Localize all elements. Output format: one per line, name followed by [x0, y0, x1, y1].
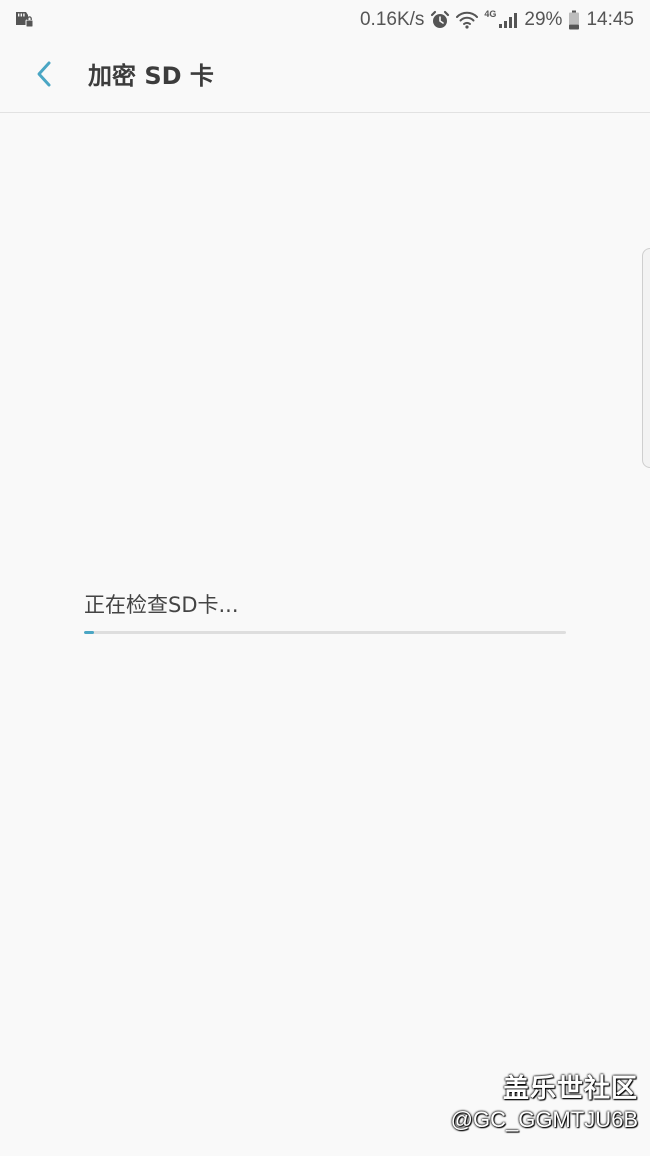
watermark: 盖乐世社区 @GC_GGMTJU6B [451, 1072, 638, 1134]
progress-bar [84, 631, 566, 634]
watermark-user: @GC_GGMTJU6B [450, 1107, 638, 1132]
screen: 0.16K/s 4G 29% 14:45 加密 SD 卡 正在检查SD卡... … [0, 0, 650, 1156]
progress-label: 正在检查SD卡... [84, 593, 239, 617]
status-icons: 0.16K/s 4G 29% 14:45 [360, 6, 634, 34]
battery-icon [568, 10, 580, 30]
sd-card-lock-icon [14, 9, 34, 29]
watermark-site: 盖乐世社区 [502, 1074, 638, 1104]
status-bar: 0.16K/s 4G 29% 14:45 [0, 0, 650, 40]
app-bar: 加密 SD 卡 [0, 40, 650, 113]
clock-time: 14:45 [586, 9, 634, 30]
battery-percent: 29% [524, 9, 563, 30]
back-button[interactable] [22, 54, 66, 98]
progress-bar-fill [84, 631, 94, 634]
back-arrow-icon [33, 59, 55, 93]
alarm-clock-icon [430, 10, 450, 30]
page-title: 加密 SD 卡 [88, 62, 214, 90]
network-type: 4G [484, 9, 497, 19]
net-speed: 0.16K/s [359, 9, 425, 30]
edge-panel-handle[interactable] [642, 248, 650, 468]
signal-bars-icon [498, 11, 518, 29]
wifi-icon [456, 10, 479, 30]
